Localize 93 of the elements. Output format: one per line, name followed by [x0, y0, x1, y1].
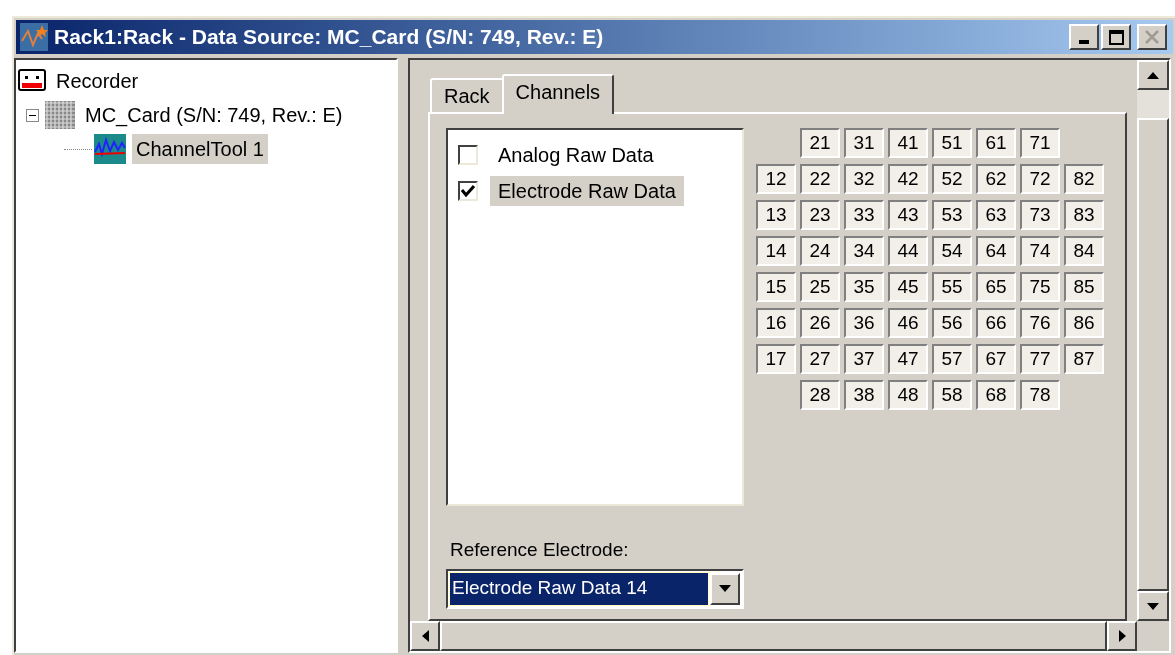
electrode-button[interactable]: 32	[844, 164, 884, 194]
electrode-button[interactable]: 37	[844, 344, 884, 374]
stream-label[interactable]: Analog Raw Data	[490, 140, 662, 170]
scroll-down-button[interactable]	[1137, 591, 1169, 621]
maximize-icon	[1108, 29, 1124, 45]
tab[interactable]: Rack	[430, 78, 504, 112]
vertical-scrollbar[interactable]	[1137, 60, 1169, 621]
triangle-up-icon	[1147, 71, 1159, 79]
electrode-button[interactable]: 23	[800, 200, 840, 230]
electrode-button[interactable]: 72	[1020, 164, 1060, 194]
electrode-button[interactable]: 66	[976, 308, 1016, 338]
recorder-icon	[18, 69, 46, 93]
electrode-button[interactable]: 47	[888, 344, 928, 374]
triangle-down-icon	[1147, 602, 1159, 610]
electrode-button[interactable]: 13	[756, 200, 796, 230]
scroll-up-button[interactable]	[1137, 60, 1169, 90]
electrode-button[interactable]: 77	[1020, 344, 1060, 374]
electrode-button[interactable]: 48	[888, 380, 928, 410]
electrode-button[interactable]: 74	[1020, 236, 1060, 266]
electrode-grid-icon	[45, 101, 75, 129]
electrode-button[interactable]: 71	[1020, 128, 1060, 158]
electrode-button[interactable]: 46	[888, 308, 928, 338]
scroll-right-button[interactable]	[1107, 621, 1137, 651]
electrode-button[interactable]: 67	[976, 344, 1016, 374]
electrode-button[interactable]: 75	[1020, 272, 1060, 302]
tab[interactable]: Channels	[501, 74, 615, 114]
electrode-button[interactable]: 22	[800, 164, 840, 194]
electrode-button[interactable]: 16	[756, 308, 796, 338]
reference-dropdown[interactable]: Electrode Raw Data 14	[446, 568, 744, 609]
reference-label: Reference Electrode:	[450, 538, 630, 562]
waveform-icon	[94, 134, 126, 164]
electrode-button[interactable]: 73	[1020, 200, 1060, 230]
tree-item[interactable]: Recorder	[52, 66, 143, 96]
electrode-button[interactable]: 63	[976, 200, 1016, 230]
electrode-button[interactable]: 17	[756, 344, 796, 374]
close-icon	[1145, 30, 1159, 44]
scroll-left-button[interactable]	[410, 621, 440, 651]
minimize-icon	[1079, 40, 1089, 44]
electrode-button[interactable]: 15	[756, 272, 796, 302]
minimize-button[interactable]	[1069, 24, 1099, 50]
electrode-button[interactable]: 31	[844, 128, 884, 158]
electrode-button[interactable]: 33	[844, 200, 884, 230]
electrode-button[interactable]: 76	[1020, 308, 1060, 338]
electrode-button[interactable]: 84	[1064, 236, 1104, 266]
tree-item[interactable]: ChannelTool 1	[132, 134, 268, 164]
electrode-button[interactable]: 83	[1064, 200, 1104, 230]
electrode-button[interactable]: 55	[932, 272, 972, 302]
electrode-button[interactable]: 82	[1064, 164, 1104, 194]
electrode-button[interactable]: 38	[844, 380, 884, 410]
electrode-button[interactable]: 65	[976, 272, 1016, 302]
electrode-button[interactable]: 68	[976, 380, 1016, 410]
electrode-button[interactable]: 52	[932, 164, 972, 194]
triangle-right-icon	[1118, 630, 1126, 642]
tree-item[interactable]: MC_Card (S/N: 749, Rev.: E)	[81, 100, 347, 130]
electrode-button[interactable]: 86	[1064, 308, 1104, 338]
electrode-button[interactable]: 51	[932, 128, 972, 158]
checkbox[interactable]	[458, 145, 478, 165]
dropdown-arrow-button[interactable]	[710, 572, 740, 605]
window-title: Rack1:Rack - Data Source: MC_Card (S/N: 749, Rev.: E)	[54, 24, 605, 51]
electrode-button[interactable]: 24	[800, 236, 840, 266]
electrode-button[interactable]: 45	[888, 272, 928, 302]
electrode-button[interactable]: 25	[800, 272, 840, 302]
maximize-button[interactable]	[1101, 24, 1131, 50]
electrode-button[interactable]: 27	[800, 344, 840, 374]
electrode-button[interactable]: 57	[932, 344, 972, 374]
electrode-button[interactable]: 26	[800, 308, 840, 338]
caret-down-icon	[719, 585, 731, 592]
electrode-button[interactable]: 85	[1064, 272, 1104, 302]
collapse-icon[interactable]	[26, 108, 39, 122]
electrode-button[interactable]: 21	[800, 128, 840, 158]
electrode-button[interactable]: 36	[844, 308, 884, 338]
electrode-button[interactable]: 53	[932, 200, 972, 230]
electrode-button[interactable]: 34	[844, 236, 884, 266]
electrode-button[interactable]: 35	[844, 272, 884, 302]
electrode-button[interactable]: 44	[888, 236, 928, 266]
electrode-button[interactable]: 61	[976, 128, 1016, 158]
electrode-button[interactable]: 42	[888, 164, 928, 194]
electrode-button[interactable]: 78	[1020, 380, 1060, 410]
scroll-thumb[interactable]	[1137, 118, 1169, 591]
stream-label[interactable]: Electrode Raw Data	[490, 176, 684, 206]
electrode-button[interactable]: 56	[932, 308, 972, 338]
electrode-button[interactable]: 62	[976, 164, 1016, 194]
electrode-button[interactable]: 58	[932, 380, 972, 410]
electrode-button[interactable]: 14	[756, 236, 796, 266]
electrode-button[interactable]: 43	[888, 200, 928, 230]
triangle-left-icon	[421, 630, 429, 642]
electrode-button[interactable]: 41	[888, 128, 928, 158]
electrode-button[interactable]: 87	[1064, 344, 1104, 374]
electrode-button[interactable]: 54	[932, 236, 972, 266]
electrode-button[interactable]: 28	[800, 380, 840, 410]
electrode-button[interactable]: 12	[756, 164, 796, 194]
checkbox[interactable]	[458, 181, 478, 201]
electrode-button[interactable]: 64	[976, 236, 1016, 266]
